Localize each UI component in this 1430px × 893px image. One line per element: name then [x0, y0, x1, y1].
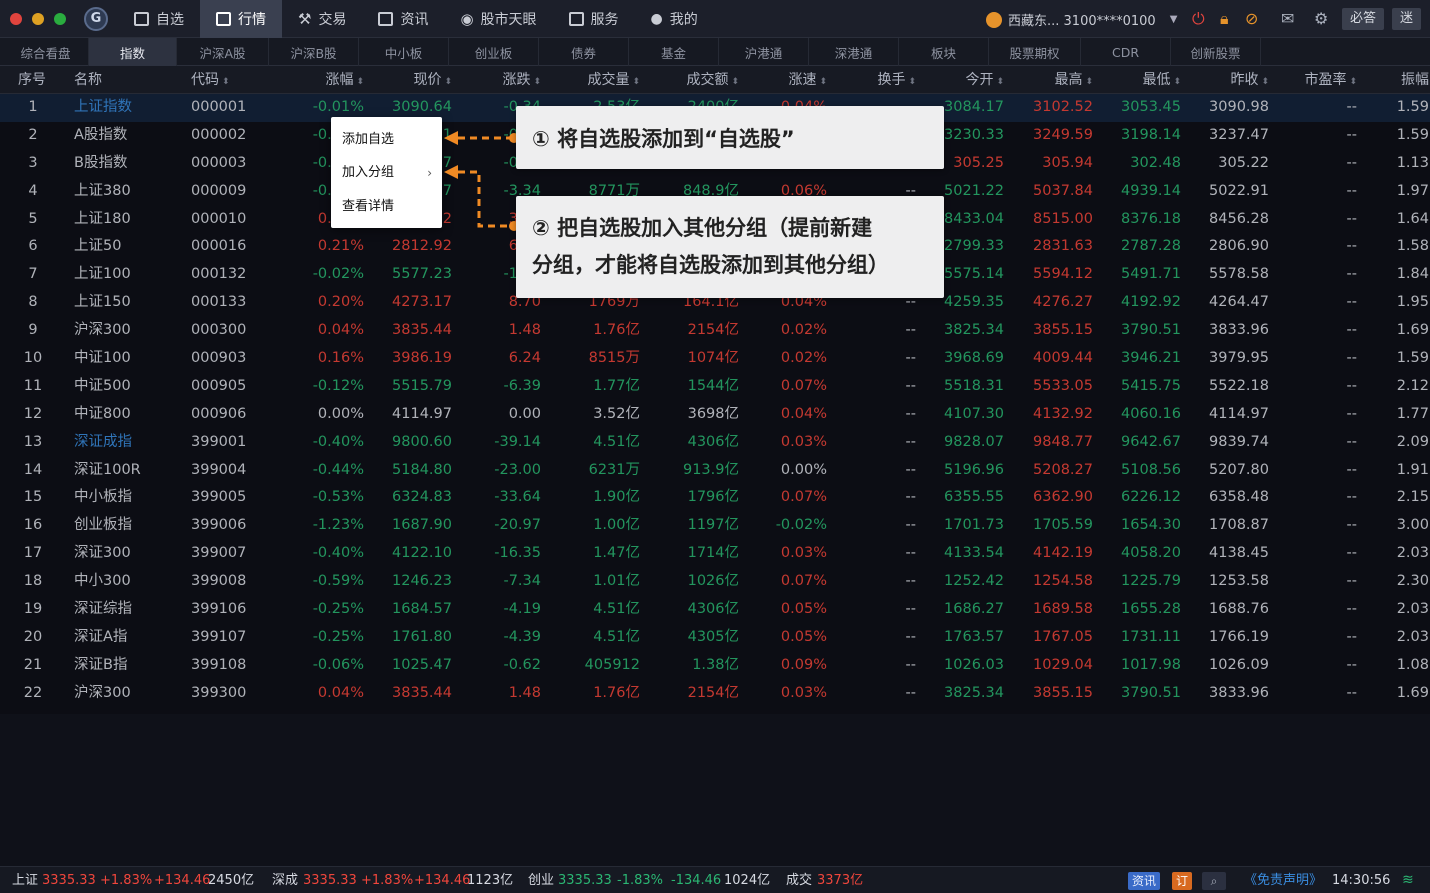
cy-amt: 1024亿	[724, 873, 771, 888]
callout-two-line1: ② 把自选股加入其他分组（提前新建	[532, 216, 873, 240]
news-button[interactable]: 资讯	[1128, 872, 1160, 890]
sh-amt: 2450亿	[208, 873, 255, 888]
sz-chg: +134.46	[414, 873, 471, 888]
callout-two: ② 把自选股加入其他分组（提前新建 分组，才能将自选股添加到其他分组）	[516, 196, 944, 298]
sz-label: 深成	[272, 873, 299, 888]
cy-chg: -134.46	[671, 873, 722, 888]
cy-pct: -1.83%	[617, 873, 663, 888]
total-label: 成交	[786, 873, 813, 888]
total-amt: 3373亿	[817, 873, 864, 888]
callout-one-text: ① 将自选股添加到“自选股”	[532, 127, 795, 151]
disclaimer-link[interactable]: 《免责声明》	[1244, 867, 1322, 893]
status-bar: 上证 3335.33 +1.83% +134.46 2450亿 深成 3335.…	[0, 866, 1430, 893]
sh-value: 3335.33	[42, 873, 96, 888]
arrow-line-two	[458, 170, 510, 228]
sh-pct: +1.83%	[100, 873, 153, 888]
search-icon[interactable]: ⌕	[1202, 872, 1226, 890]
arrow-head-one	[444, 131, 458, 145]
arrow-head-two	[444, 165, 458, 179]
sh-chg: +134.46	[154, 873, 211, 888]
cy-label: 创业	[528, 873, 555, 888]
sz-pct: +1.83%	[361, 873, 414, 888]
sz-value: 3335.33	[303, 873, 357, 888]
sh-label: 上证	[12, 873, 39, 888]
callout-one: ① 将自选股添加到“自选股”	[516, 106, 944, 169]
sz-amt: 1123亿	[467, 873, 514, 888]
cy-value: 3335.33	[558, 873, 612, 888]
subscribe-button[interactable]: 订	[1172, 872, 1192, 890]
clock: 14:30:56	[1332, 873, 1391, 888]
wifi-icon: ≋	[1402, 872, 1414, 888]
callout-two-line2: 分组，才能将自选股添加到其他分组）	[532, 253, 889, 277]
